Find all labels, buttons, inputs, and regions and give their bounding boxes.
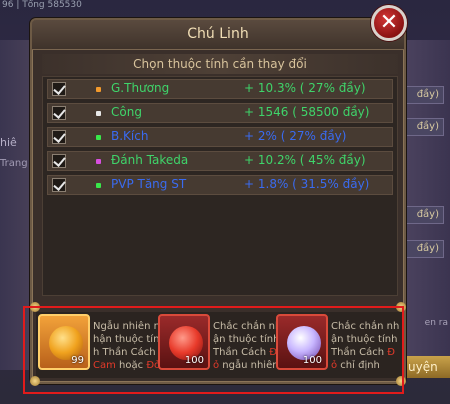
background-stats-text: 96 | Tổng 585530 (2, 0, 82, 10)
item-frame[interactable]: 100 (276, 314, 328, 370)
attribute-row[interactable]: Công + 1546 ( 58500 đầy) (47, 103, 393, 123)
attribute-bullet-icon (96, 111, 101, 116)
reroll-item-option[interactable]: 100 Chắc chắn nhận thuộc tính Thần Cách … (158, 314, 281, 380)
background-left-label: hiê (0, 136, 17, 149)
background-left-label: Trang (0, 158, 28, 169)
background-right-value: đầy) (400, 86, 444, 104)
checkbox[interactable] (52, 82, 66, 96)
dialog-subtitle: Chọn thuộc tính cần thay đổi (42, 54, 398, 74)
checkbox[interactable] (52, 178, 66, 192)
attribute-value: + 1546 ( 58500 đầy) (244, 105, 370, 119)
checkbox[interactable] (52, 130, 66, 144)
attribute-value: + 10.3% ( 27% đầy) (244, 81, 366, 95)
background-right-tag: en ra (424, 318, 448, 328)
attribute-value: + 10.2% ( 45% đầy) (244, 153, 366, 167)
attribute-bullet-icon (96, 87, 101, 92)
dialog-title-bar: Chú Linh (32, 20, 404, 50)
attribute-value: + 1.8% ( 31.5% đầy) (244, 177, 370, 191)
attribute-row[interactable]: Đánh Takeda + 10.2% ( 45% đầy) (47, 151, 393, 171)
attribute-bullet-icon (96, 135, 101, 140)
background-action-button[interactable]: uyện (404, 356, 450, 378)
attribute-row[interactable]: G.Thương + 10.3% ( 27% đầy) (47, 79, 393, 99)
item-description: Ngẫu nhiên nhận thuộc tính Thần Cách Cam… (93, 321, 161, 371)
reroll-item-option[interactable]: 100 Chắc chắn nhận thuộc tính Thần Cách … (276, 314, 399, 380)
item-description: Chắc chắn nhận thuộc tính Thần Cách Đỏ c… (331, 321, 400, 371)
close-button[interactable]: ✕ (371, 5, 407, 41)
dialog-title: Chú Linh (187, 26, 249, 42)
attribute-name: B.Kích (111, 129, 149, 143)
attribute-bullet-icon (96, 183, 101, 188)
attribute-name: G.Thương (111, 81, 170, 95)
attribute-name: Đánh Takeda (111, 153, 189, 167)
attribute-row[interactable]: B.Kích + 2% ( 27% đầy) (47, 127, 393, 147)
item-frame[interactable]: 100 (158, 314, 210, 370)
background-right-value: đầy) (400, 206, 444, 224)
attribute-list: G.Thương + 10.3% ( 27% đầy) Công + 1546 … (42, 76, 398, 296)
reroll-item-option[interactable]: 99 Ngẫu nhiên nhận thuộc tính Thần Cách … (38, 314, 161, 380)
item-description: Chắc chắn nhận thuộc tính Thần Cách Đỏ n… (213, 321, 282, 371)
item-frame[interactable]: 99 (38, 314, 90, 370)
close-icon: ✕ (379, 10, 399, 35)
attribute-bullet-icon (96, 159, 101, 164)
item-count: 99 (71, 355, 84, 366)
item-count: 100 (184, 355, 204, 366)
checkbox[interactable] (52, 154, 66, 168)
attribute-name: Công (111, 105, 142, 119)
attribute-value: + 2% ( 27% đầy) (244, 129, 347, 143)
background-right-value: đầy) (400, 118, 444, 136)
item-count: 100 (302, 355, 322, 366)
checkbox[interactable] (52, 106, 66, 120)
attribute-row[interactable]: PVP Tăng ST + 1.8% ( 31.5% đầy) (47, 175, 393, 195)
attribute-name: PVP Tăng ST (111, 177, 187, 191)
background-right-value: đầy) (400, 240, 444, 258)
